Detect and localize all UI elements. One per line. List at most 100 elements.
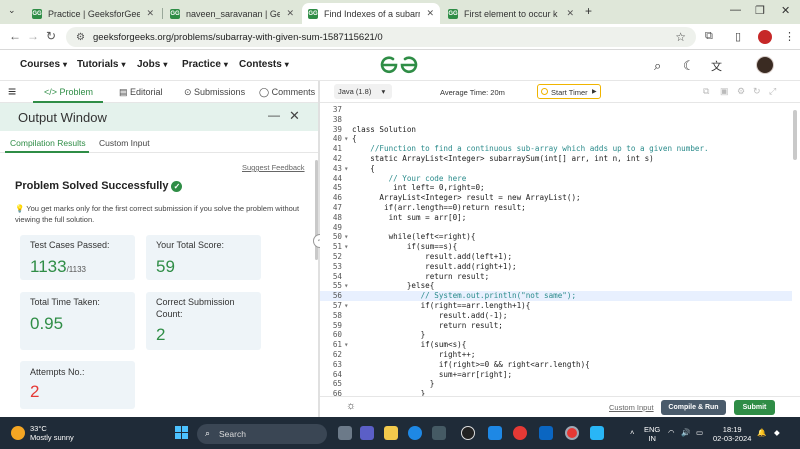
fold-toggle-icon[interactable]: ▾ — [344, 340, 349, 350]
browser-tab-practice[interactable]: GG Practice | GeeksforGeeks | A co ✕ — [26, 3, 160, 24]
tab-comments[interactable]: ◯ Comments — [259, 87, 315, 98]
store-icon[interactable] — [432, 426, 446, 440]
code-line[interactable]: 38 — [320, 115, 792, 125]
task-view-icon[interactable] — [338, 426, 352, 440]
back-icon[interactable]: ← — [9, 29, 21, 43]
start-icon[interactable] — [175, 426, 189, 440]
fold-toggle-icon[interactable]: ▾ — [344, 301, 349, 311]
language-indicator[interactable]: ENG IN — [644, 425, 660, 443]
hint-icon[interactable]: ☼ — [346, 400, 356, 412]
submit-button[interactable]: Submit — [734, 400, 775, 415]
clock[interactable]: 18:19 02-03-2024 — [713, 425, 751, 443]
code-line[interactable]: 62 right++; — [320, 350, 792, 360]
code-line[interactable]: 47 if(arr.length==0)return result; — [320, 203, 792, 213]
code-line[interactable]: 50 ▾ while(left<=right){ — [320, 232, 792, 242]
code-line[interactable]: 40 ▾{ — [320, 134, 792, 144]
tray-overflow-icon[interactable]: ˄ — [630, 428, 634, 437]
code-line[interactable]: 46 ArrayList<Integer> result = new Array… — [320, 193, 792, 203]
language-select[interactable]: Java (1.8) ▾ — [334, 84, 392, 99]
tab-custom-input[interactable]: Custom Input — [99, 138, 150, 148]
teams-icon[interactable] — [360, 426, 374, 440]
code-editor[interactable]: 37 38 39 class Solution 40 ▾{41 //Function to… — [320, 103, 792, 396]
gfg-logo[interactable] — [380, 54, 418, 76]
start-timer-button[interactable]: Start Timer ▶ — [537, 84, 601, 99]
fold-toggle-icon[interactable]: ▾ — [344, 232, 349, 242]
new-tab-icon[interactable]: + — [585, 4, 592, 18]
close-window-icon[interactable]: ✕ — [781, 4, 790, 17]
reset-icon[interactable]: ↻ — [753, 86, 761, 97]
code-line[interactable]: 56 // System.out.println("not same"); — [320, 291, 792, 302]
code-line[interactable]: 60 } — [320, 330, 792, 340]
chrome-icon[interactable] — [513, 426, 527, 440]
linkedin-icon[interactable] — [539, 426, 553, 440]
weather-icon[interactable] — [11, 426, 25, 440]
close-tab-icon[interactable]: ✕ — [566, 8, 574, 19]
code-line[interactable]: 45 int left= 0,right=0; — [320, 183, 792, 193]
code-line[interactable]: 63 if(right>=0 && right<arr.length){ — [320, 360, 792, 370]
code-line[interactable]: 51 ▾ if(sum==s){ — [320, 242, 792, 252]
code-line[interactable]: 61 ▾ if(sum<s){ — [320, 340, 792, 350]
copy-icon[interactable]: ⧉ — [703, 86, 709, 97]
code-line[interactable]: 37 — [320, 105, 792, 115]
minimize-icon[interactable]: — — [268, 108, 280, 122]
minimize-window-icon[interactable]: — — [730, 4, 741, 16]
weather-widget[interactable]: 33°C Mostly sunny — [30, 424, 74, 442]
url-bar[interactable]: ⚙ geeksforgeeks.org/problems/subarray-wi… — [66, 27, 696, 47]
code-line[interactable]: 48 int sum = arr[0]; — [320, 213, 792, 223]
battery-icon[interactable]: ▭ — [696, 428, 703, 437]
code-line[interactable]: 49 — [320, 223, 792, 233]
restore-window-icon[interactable]: ❐ — [755, 4, 765, 17]
app-icon[interactable] — [590, 426, 604, 440]
nav-contests[interactable]: Contests ▾ — [239, 59, 289, 70]
browser-menu-icon[interactable]: ⋮ — [784, 30, 795, 43]
taskbar-search[interactable]: ⌕ Search — [197, 424, 327, 444]
code-line[interactable]: 44 // Your code here — [320, 174, 792, 184]
settings-icon[interactable]: ⚙ — [737, 86, 745, 97]
tab-problem[interactable]: </> Problem — [44, 87, 93, 97]
hamburger-menu-icon[interactable]: ≡ — [8, 83, 16, 99]
nav-practice[interactable]: Practice ▾ — [182, 59, 228, 70]
user-avatar[interactable] — [756, 56, 774, 74]
close-icon[interactable]: ✕ — [289, 108, 300, 124]
fold-toggle-icon[interactable]: ▾ — [344, 164, 349, 174]
code-line[interactable]: 54 return result; — [320, 272, 792, 282]
notification-bell-icon[interactable]: 🔔 — [757, 428, 766, 437]
code-line[interactable]: 52 result.add(left+1); — [320, 252, 792, 262]
code-line[interactable]: 66 } — [320, 389, 792, 396]
reload-icon[interactable]: ↻ — [46, 29, 56, 43]
tab-search-icon[interactable]: ⌄ — [8, 5, 16, 16]
extensions-icon[interactable]: ⧉ — [705, 30, 713, 43]
code-line[interactable]: 58 result.add(-1); — [320, 311, 792, 321]
code-line[interactable]: 65 } — [320, 379, 792, 389]
side-panel-icon[interactable]: ▯ — [735, 30, 741, 43]
translate-icon[interactable]: 文 — [711, 58, 722, 74]
tab-compilation-results[interactable]: Compilation Results — [10, 138, 86, 148]
copilot-icon[interactable]: ◆ — [774, 428, 780, 437]
fold-toggle-icon[interactable]: ▾ — [344, 242, 349, 252]
custom-input-link[interactable]: Custom Input — [609, 403, 654, 412]
nav-courses[interactable]: Courses ▾ — [20, 59, 67, 70]
nav-tutorials[interactable]: Tutorials ▾ — [77, 59, 126, 70]
dark-mode-icon[interactable]: ☾ — [683, 58, 695, 74]
wifi-icon[interactable]: ◠ — [668, 428, 675, 437]
fold-toggle-icon[interactable]: ▾ — [344, 281, 349, 291]
chrome-active-icon[interactable] — [565, 426, 579, 440]
fold-toggle-icon[interactable]: ▾ — [344, 134, 349, 144]
code-line[interactable]: 43 ▾ { — [320, 164, 792, 174]
tab-submissions[interactable]: ⊙ Submissions — [184, 87, 245, 98]
browser-tab-first-element[interactable]: GG First element to occur k times | ✕ — [442, 3, 580, 24]
code-line[interactable]: 39 class Solution — [320, 125, 792, 135]
code-line[interactable]: 42 static ArrayList<Integer> subarraySum… — [320, 154, 792, 164]
edge-icon[interactable] — [408, 426, 422, 440]
volume-icon[interactable]: 🔊 — [681, 428, 690, 437]
forward-icon[interactable]: → — [27, 29, 39, 43]
editor-scrollbar[interactable] — [793, 110, 797, 160]
code-line[interactable]: 55 ▾ }else{ — [320, 281, 792, 291]
tab-editorial[interactable]: ▤ Editorial — [119, 87, 163, 98]
close-tab-icon[interactable]: ✕ — [426, 8, 434, 19]
browser-tab-active[interactable]: GG Find Indexes of a subarray with ✕ — [302, 3, 440, 24]
site-info-icon[interactable]: ⚙ — [76, 32, 85, 43]
file-explorer-icon[interactable] — [384, 426, 398, 440]
browser-tab-profile[interactable]: GG naveen_saravanan | GeeksforGe ✕ — [164, 3, 300, 24]
close-tab-icon[interactable]: ✕ — [146, 8, 154, 19]
